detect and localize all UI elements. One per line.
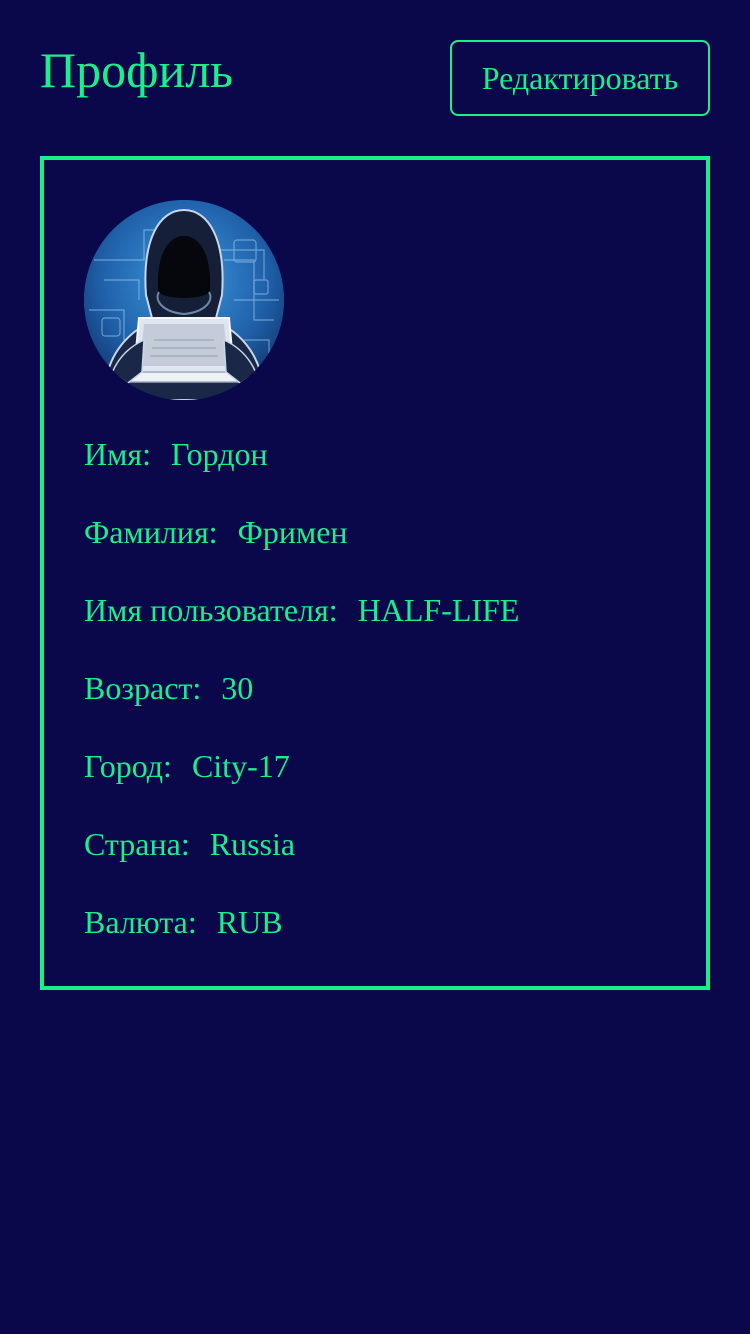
profile-field-first-name: Имя: Гордон xyxy=(84,434,268,474)
profile-field-country: Страна: Russia xyxy=(84,824,295,864)
avatar xyxy=(84,200,284,400)
field-value: 30 xyxy=(221,670,254,706)
profile-card: Имя: Гордон Фамилия: Фримен Имя пользовате… xyxy=(40,156,710,990)
field-value: HALF-LIFE xyxy=(357,592,520,628)
field-label: Страна: xyxy=(84,826,190,862)
field-value: Russia xyxy=(209,826,296,862)
profile-field-city: Город: City-17 xyxy=(84,746,290,786)
field-value: RUB xyxy=(216,904,283,940)
field-value: Фримен xyxy=(237,514,348,550)
field-label: Валюта: xyxy=(84,904,197,940)
profile-field-currency: Валюта: RUB xyxy=(84,902,283,942)
field-label: Имя пользователя: xyxy=(84,592,338,628)
field-label: Возраст: xyxy=(84,670,202,706)
profile-field-username: Имя пользователя: HALF-LIFE xyxy=(84,590,519,630)
edit-profile-button[interactable]: Редактировать xyxy=(450,40,710,116)
profile-field-age: Возраст: 30 xyxy=(84,668,253,708)
profile-field-last-name: Фамилия: Фримен xyxy=(84,512,348,552)
field-label: Имя: xyxy=(84,436,151,472)
field-label: Город: xyxy=(84,748,172,784)
hacker-avatar-icon xyxy=(84,200,284,400)
field-value: City-17 xyxy=(191,748,290,784)
field-label: Фамилия: xyxy=(84,514,218,550)
field-value: Гордон xyxy=(170,436,268,472)
page-title: Профиль xyxy=(40,42,234,98)
